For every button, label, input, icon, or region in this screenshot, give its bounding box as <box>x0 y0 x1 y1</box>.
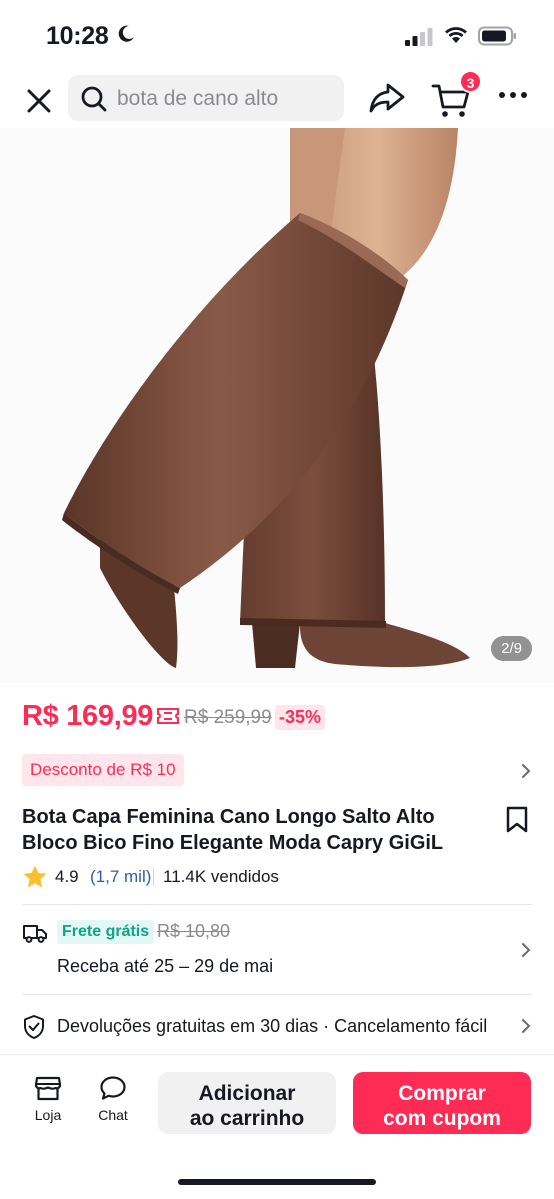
price-row: R$ 169,99 R$ 259,99 -35% <box>22 700 542 736</box>
signal-icon <box>405 28 433 46</box>
original-price: R$ 259,99 <box>184 707 272 728</box>
more-icon[interactable] <box>498 90 528 100</box>
add-to-cart-label-line2: ao carrinho <box>189 1107 305 1130</box>
delivery-estimate: Receba até 25 – 29 de mai <box>57 956 274 976</box>
star-icon <box>23 865 47 888</box>
rating-row[interactable]: 4.9 (1,7 mil) 11.4K vendidos <box>22 864 522 890</box>
product-title: Bota Capa Feminina Cano Longo Salto Alto… <box>22 806 444 854</box>
bookmark-icon[interactable] <box>505 806 529 834</box>
returns-row[interactable]: Devoluções gratuitas em 30 dias · Cancel… <box>22 1012 538 1042</box>
close-icon[interactable] <box>22 84 56 118</box>
search-icon <box>81 86 107 112</box>
add-to-cart-label-line1: Adicionar <box>198 1082 296 1105</box>
chat-button[interactable]: Chat <box>88 1075 138 1123</box>
free-shipping-badge: Frete grátis <box>57 920 155 944</box>
battery-icon <box>478 26 516 46</box>
discount-badge: -35% <box>275 705 326 730</box>
divider <box>22 994 532 995</box>
discount-coupon-chip: Desconto de R$ 10 <box>22 754 184 786</box>
chat-icon <box>100 1076 126 1100</box>
share-icon[interactable] <box>368 80 406 116</box>
product-image-gallery[interactable]: 2/9 <box>0 128 554 683</box>
home-indicator[interactable] <box>178 1179 376 1185</box>
chat-label: Chat <box>98 1107 128 1123</box>
status-time: 10:28 <box>46 22 109 50</box>
search-input[interactable]: bota de cano alto <box>68 75 344 121</box>
divider <box>22 904 532 905</box>
divider <box>153 868 154 886</box>
store-button[interactable]: Loja <box>23 1075 73 1123</box>
add-to-cart-button[interactable]: Adicionar ao carrinho <box>158 1072 336 1134</box>
cart-count-badge: 3 <box>459 70 482 93</box>
bottom-action-bar: Loja Chat Adicionar ao carrinho Comprar … <box>0 1054 554 1199</box>
image-counter: 2/9 <box>491 636 532 661</box>
store-icon <box>34 1076 62 1101</box>
product-image <box>0 128 554 683</box>
truck-icon <box>23 925 47 943</box>
promo-row[interactable]: Desconto de R$ 10 <box>22 754 538 788</box>
rating-score: 4.9 <box>55 867 79 886</box>
chevron-right-icon <box>522 1019 531 1033</box>
shipping-original-price: R$ 10,80 <box>157 921 231 941</box>
shipping-row[interactable]: Frete grátis R$ 10,80 Receba até 25 – 29… <box>22 918 538 982</box>
search-placeholder: bota de cano alto <box>117 87 279 110</box>
coupon-icon <box>157 708 179 724</box>
buy-label-line2: com cupom <box>383 1107 501 1130</box>
buy-label-line1: Comprar <box>398 1082 486 1105</box>
status-bar: 10:28 <box>0 0 554 70</box>
sold-count: 11.4K vendidos <box>163 867 279 886</box>
returns-policy-text: Devoluções gratuitas em 30 dias · Cancel… <box>57 1016 488 1036</box>
chevron-right-icon <box>522 764 531 778</box>
store-label: Loja <box>34 1107 62 1123</box>
buy-with-coupon-button[interactable]: Comprar com cupom <box>353 1072 531 1134</box>
top-bar: bota de cano alto 3 <box>0 70 554 128</box>
moon-icon <box>118 25 134 42</box>
chevron-right-icon <box>522 943 531 957</box>
wifi-icon <box>445 27 467 43</box>
shield-icon <box>24 1015 44 1039</box>
review-count[interactable]: (1,7 mil) <box>90 867 151 887</box>
current-price: R$ 169,99 <box>22 700 154 732</box>
